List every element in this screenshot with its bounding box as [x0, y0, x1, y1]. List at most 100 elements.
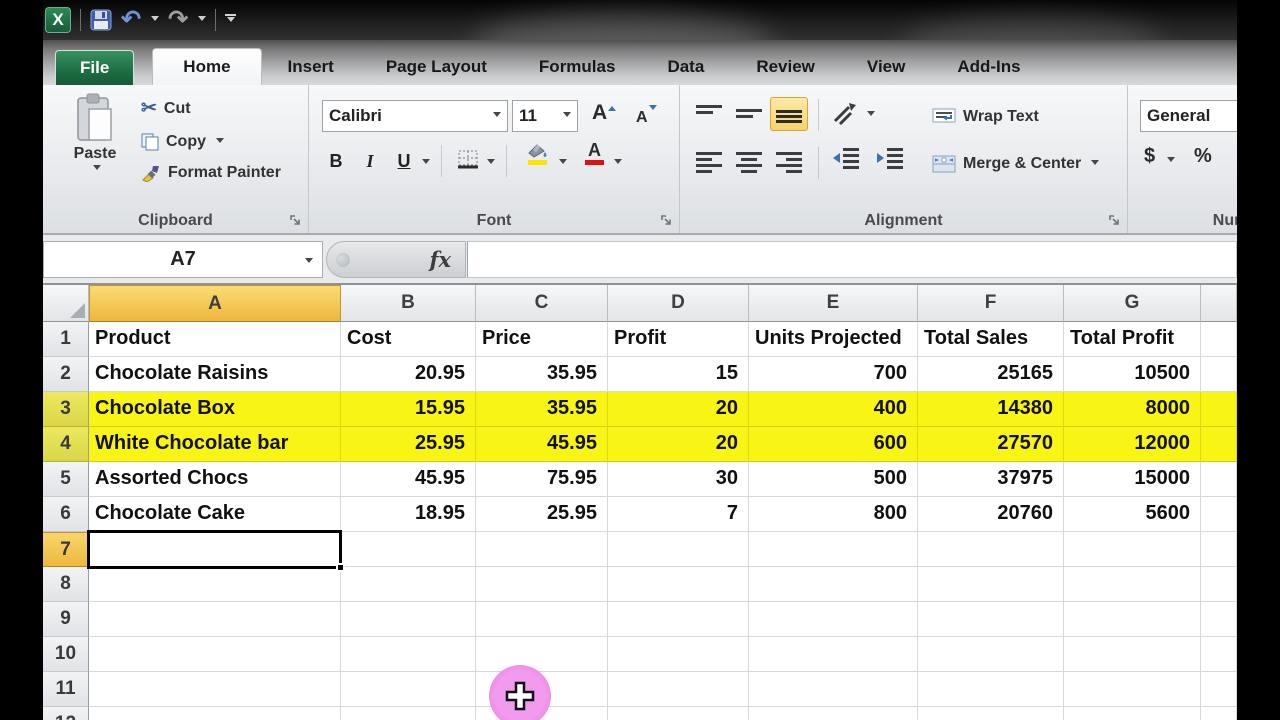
cell[interactable]	[918, 707, 1064, 720]
column-header-g[interactable]: G	[1064, 285, 1201, 322]
cell[interactable]: 37975	[918, 462, 1064, 497]
formula-input[interactable]	[467, 241, 1237, 278]
undo-button[interactable]: ↶	[121, 8, 160, 32]
chevron-down-icon[interactable]	[151, 15, 160, 25]
wrap-text-button[interactable]: Wrap Text	[932, 107, 1039, 127]
percent-format-button[interactable]: %	[1194, 145, 1212, 168]
tab-review[interactable]: Review	[730, 49, 841, 85]
column-header-c[interactable]: C	[476, 285, 608, 322]
cell[interactable]: 15000	[1064, 462, 1201, 497]
cell[interactable]	[1201, 602, 1237, 637]
currency-format-button[interactable]: $	[1144, 145, 1155, 168]
row-header[interactable]: 9	[43, 602, 89, 637]
fill-color-button[interactable]	[525, 143, 549, 165]
cell[interactable]: 45.95	[341, 462, 476, 497]
cell[interactable]	[749, 637, 918, 672]
orientation-button[interactable]	[832, 101, 858, 125]
align-right-button[interactable]	[770, 145, 808, 179]
cell[interactable]	[608, 602, 749, 637]
cell[interactable]: 27570	[918, 427, 1064, 462]
cell[interactable]	[608, 532, 749, 567]
font-family-combo[interactable]: Calibri	[322, 100, 508, 132]
chevron-down-icon[interactable]	[305, 258, 313, 267]
cell[interactable]	[918, 567, 1064, 602]
column-header-f[interactable]: F	[918, 285, 1064, 322]
column-header-d[interactable]: D	[608, 285, 749, 322]
tab-page-layout[interactable]: Page Layout	[360, 49, 513, 85]
fill-handle[interactable]	[336, 563, 345, 572]
grow-font-button[interactable]: A	[592, 101, 617, 125]
customize-qat-button[interactable]	[225, 14, 237, 26]
cell[interactable]	[1064, 602, 1201, 637]
decrease-indent-button[interactable]	[832, 147, 860, 169]
cell[interactable]	[749, 707, 918, 720]
cell[interactable]: 5600	[1064, 497, 1201, 532]
number-format-combo[interactable]: General	[1140, 100, 1237, 132]
chevron-down-icon[interactable]	[1167, 157, 1175, 166]
cell[interactable]: 700	[749, 357, 918, 392]
cell[interactable]: 20	[608, 392, 749, 427]
dialog-launcher-icon[interactable]	[289, 214, 302, 227]
cell[interactable]	[1201, 567, 1237, 602]
cell[interactable]: 800	[749, 497, 918, 532]
cell[interactable]	[1201, 637, 1237, 672]
insert-function-area[interactable]: fx	[326, 241, 466, 278]
paste-button[interactable]: Paste	[57, 93, 133, 209]
cell[interactable]	[1064, 637, 1201, 672]
cell[interactable]	[918, 672, 1064, 707]
align-center-button[interactable]	[730, 145, 768, 179]
cell[interactable]: 14380	[918, 392, 1064, 427]
cell[interactable]: Profit	[608, 322, 749, 357]
middle-align-button[interactable]	[730, 97, 768, 131]
cell[interactable]	[476, 637, 608, 672]
chevron-down-icon[interactable]	[198, 15, 207, 25]
font-size-combo[interactable]: 11	[512, 100, 578, 132]
cell[interactable]	[1201, 532, 1237, 567]
cell[interactable]	[1201, 672, 1237, 707]
bottom-align-button[interactable]	[770, 97, 808, 131]
cell[interactable]	[608, 637, 749, 672]
cell[interactable]	[1201, 497, 1237, 532]
tab-insert[interactable]: Insert	[262, 49, 360, 85]
italic-button[interactable]: I	[357, 147, 383, 175]
cell[interactable]: Price	[476, 322, 608, 357]
cell[interactable]	[608, 567, 749, 602]
cell[interactable]: 20.95	[341, 357, 476, 392]
cell[interactable]: Assorted Chocs	[89, 462, 341, 497]
cell[interactable]	[1064, 707, 1201, 720]
cell[interactable]: 15.95	[341, 392, 476, 427]
cell[interactable]	[341, 707, 476, 720]
cell[interactable]	[89, 707, 341, 720]
cell[interactable]	[749, 672, 918, 707]
cell[interactable]	[608, 707, 749, 720]
cell[interactable]: Product	[89, 322, 341, 357]
cell[interactable]	[749, 532, 918, 567]
row-header[interactable]: 1	[43, 322, 89, 357]
cell[interactable]	[476, 602, 608, 637]
cell[interactable]: 10500	[1064, 357, 1201, 392]
bold-button[interactable]: B	[323, 147, 349, 175]
row-header[interactable]: 8	[43, 567, 89, 602]
chevron-down-icon[interactable]	[867, 111, 875, 120]
align-left-button[interactable]	[690, 145, 728, 179]
cell[interactable]	[89, 637, 341, 672]
cell[interactable]	[1201, 392, 1237, 427]
cell[interactable]: 18.95	[341, 497, 476, 532]
cell[interactable]	[1201, 357, 1237, 392]
cell[interactable]	[1064, 672, 1201, 707]
font-color-button[interactable]: A	[585, 141, 604, 165]
dialog-launcher-icon[interactable]	[1108, 214, 1121, 227]
cell[interactable]: 12000	[1064, 427, 1201, 462]
cell[interactable]: 35.95	[476, 392, 608, 427]
tab-add-ins[interactable]: Add-Ins	[931, 49, 1046, 85]
top-align-button[interactable]	[690, 97, 728, 131]
cell[interactable]: Chocolate Cake	[89, 497, 341, 532]
row-header[interactable]: 7	[43, 532, 89, 567]
redo-button[interactable]: ↷	[168, 8, 207, 32]
cell[interactable]	[749, 567, 918, 602]
cell[interactable]: 45.95	[476, 427, 608, 462]
save-icon[interactable]	[90, 9, 112, 31]
cell[interactable]	[918, 532, 1064, 567]
chevron-down-icon[interactable]	[614, 159, 622, 168]
cell[interactable]: 25.95	[476, 497, 608, 532]
